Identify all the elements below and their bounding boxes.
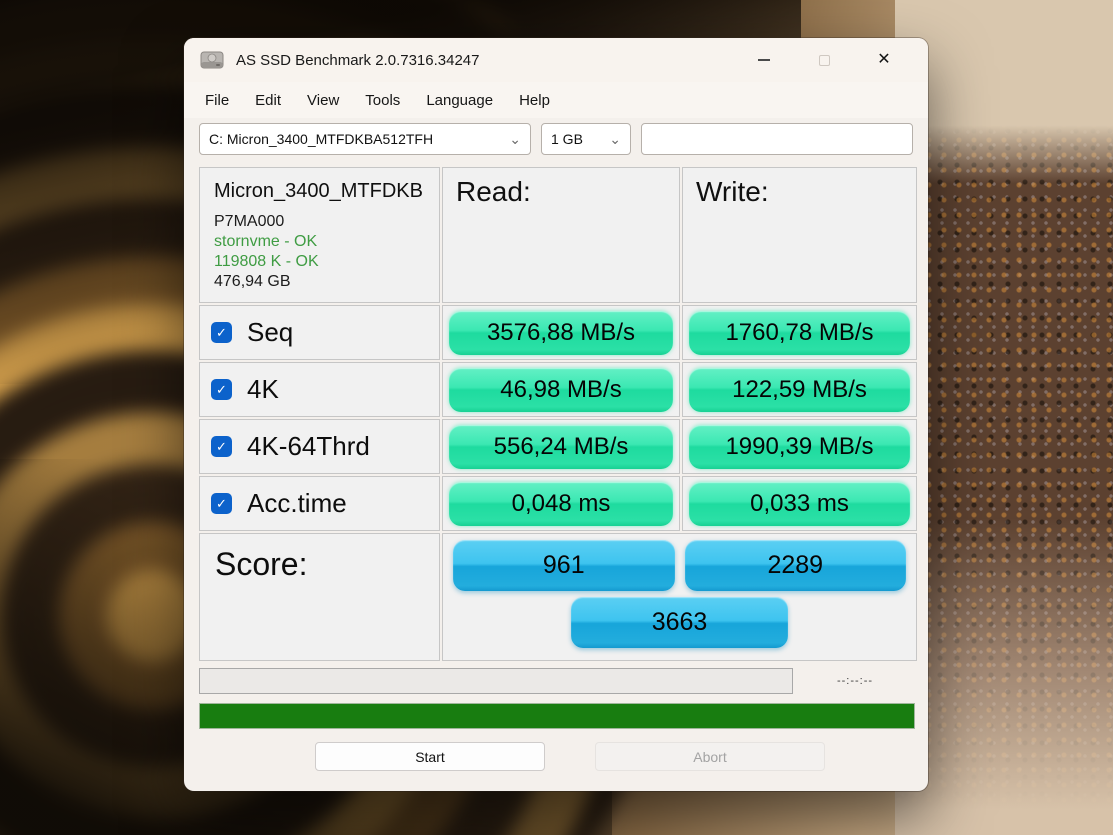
check-icon: ✓ bbox=[216, 325, 227, 341]
title-bar: AS SSD Benchmark 2.0.7316.34247 ✕ bbox=[184, 38, 928, 82]
minimize-icon bbox=[758, 59, 770, 61]
benchmark-table: Micron_3400_MTFDKB P7MA000 stornvme - OK… bbox=[199, 167, 917, 661]
check-icon: ✓ bbox=[216, 439, 227, 455]
seq-write-cell: 1760,78 MB/s bbox=[682, 305, 917, 360]
score-write-value: 2289 bbox=[685, 540, 907, 591]
drive-select-dropdown[interactable]: C: Micron_3400_MTFDKBA512TFH ⌄ bbox=[199, 123, 531, 155]
menu-language[interactable]: Language bbox=[413, 86, 506, 115]
toolbar-text-field[interactable] bbox=[641, 123, 913, 155]
hard-drive-icon bbox=[200, 50, 224, 70]
drive-model: Micron_3400_MTFDKB bbox=[214, 180, 425, 203]
menu-file[interactable]: File bbox=[192, 86, 242, 115]
test-size-dropdown[interactable]: 1 GB ⌄ bbox=[541, 123, 631, 155]
4k64thrd-write-value: 1990,39 MB/s bbox=[689, 425, 910, 469]
close-icon: ✕ bbox=[877, 52, 890, 68]
acctime-read-cell: 0,048 ms bbox=[442, 476, 680, 531]
seq-test-row: ✓ Seq bbox=[199, 305, 440, 360]
app-window: AS SSD Benchmark 2.0.7316.34247 ✕ File E… bbox=[184, 38, 928, 791]
drive-select-value: C: Micron_3400_MTFDKBA512TFH bbox=[209, 131, 433, 147]
acctime-read-value: 0,048 ms bbox=[449, 482, 673, 526]
4k-test-row: ✓ 4K bbox=[199, 362, 440, 417]
alignment-status: 119808 K - OK bbox=[214, 253, 425, 271]
acctime-write-value: 0,033 ms bbox=[689, 482, 910, 526]
check-icon: ✓ bbox=[216, 382, 227, 398]
drive-firmware: P7MA000 bbox=[214, 213, 425, 231]
menu-tools[interactable]: Tools bbox=[352, 86, 413, 115]
drive-info-panel: Micron_3400_MTFDKB P7MA000 stornvme - OK… bbox=[199, 167, 440, 303]
progress-bar bbox=[199, 668, 793, 694]
4k-checkbox[interactable]: ✓ bbox=[211, 379, 232, 400]
menu-bar: File Edit View Tools Language Help bbox=[184, 82, 928, 118]
window-title: AS SSD Benchmark 2.0.7316.34247 bbox=[236, 52, 734, 69]
4k64thrd-read-cell: 556,24 MB/s bbox=[442, 419, 680, 474]
start-button[interactable]: Start bbox=[315, 742, 545, 771]
write-column-header: Write: bbox=[682, 167, 917, 303]
time-remaining: --:--:-- bbox=[812, 675, 898, 687]
maximize-icon bbox=[819, 55, 830, 66]
score-label: Score: bbox=[199, 533, 440, 661]
chevron-down-icon: ⌄ bbox=[509, 135, 521, 143]
4k-label: 4K bbox=[247, 374, 279, 405]
4k64thrd-checkbox[interactable]: ✓ bbox=[211, 436, 232, 457]
read-column-header: Read: bbox=[442, 167, 680, 303]
4k64thrd-label: 4K-64Thrd bbox=[247, 431, 370, 462]
4k-read-value: 46,98 MB/s bbox=[449, 368, 673, 412]
score-read-value: 961 bbox=[453, 540, 675, 591]
menu-help[interactable]: Help bbox=[506, 86, 563, 115]
menu-edit[interactable]: Edit bbox=[242, 86, 294, 115]
toolbar: C: Micron_3400_MTFDKBA512TFH ⌄ 1 GB ⌄ bbox=[184, 118, 928, 162]
acctime-checkbox[interactable]: ✓ bbox=[211, 493, 232, 514]
test-size-value: 1 GB bbox=[551, 131, 583, 147]
seq-write-value: 1760,78 MB/s bbox=[689, 311, 910, 355]
abort-button: Abort bbox=[595, 742, 825, 771]
driver-status: stornvme - OK bbox=[214, 233, 425, 251]
chevron-down-icon: ⌄ bbox=[609, 135, 621, 143]
acctime-write-cell: 0,033 ms bbox=[682, 476, 917, 531]
4k64thrd-test-row: ✓ 4K-64Thrd bbox=[199, 419, 440, 474]
close-button[interactable]: ✕ bbox=[854, 44, 914, 76]
4k64thrd-read-value: 556,24 MB/s bbox=[449, 425, 673, 469]
seq-read-cell: 3576,88 MB/s bbox=[442, 305, 680, 360]
menu-view[interactable]: View bbox=[294, 86, 352, 115]
acctime-label: Acc.time bbox=[247, 488, 347, 519]
minimize-button[interactable] bbox=[734, 44, 794, 76]
status-bar bbox=[199, 703, 915, 729]
maximize-button[interactable] bbox=[794, 44, 854, 76]
seq-checkbox[interactable]: ✓ bbox=[211, 322, 232, 343]
4k64thrd-write-cell: 1990,39 MB/s bbox=[682, 419, 917, 474]
check-icon: ✓ bbox=[216, 496, 227, 512]
score-panel: 961 2289 3663 bbox=[442, 533, 917, 661]
seq-read-value: 3576,88 MB/s bbox=[449, 311, 673, 355]
acctime-test-row: ✓ Acc.time bbox=[199, 476, 440, 531]
drive-capacity: 476,94 GB bbox=[214, 273, 425, 291]
seq-label: Seq bbox=[247, 317, 293, 348]
4k-write-cell: 122,59 MB/s bbox=[682, 362, 917, 417]
4k-write-value: 122,59 MB/s bbox=[689, 368, 910, 412]
4k-read-cell: 46,98 MB/s bbox=[442, 362, 680, 417]
score-total-value: 3663 bbox=[571, 597, 788, 648]
